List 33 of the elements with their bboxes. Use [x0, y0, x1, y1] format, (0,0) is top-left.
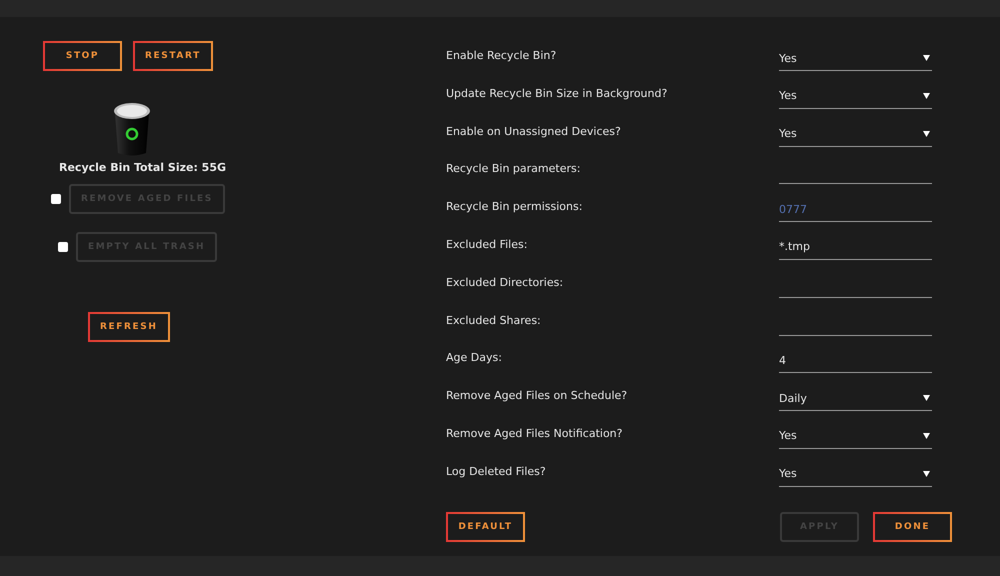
dropdown[interactable]: Yes	[779, 462, 932, 487]
input-field[interactable]: 4	[779, 348, 932, 374]
refresh-button[interactable]: REFRESH	[88, 312, 170, 342]
default-button[interactable]: DEFAULT	[446, 512, 525, 542]
caret-icon	[923, 470, 930, 477]
setting-label: Remove Aged Files on Schedule?	[446, 388, 628, 404]
bin-size-text: Recycle Bin Total Size: 55G	[59, 161, 226, 174]
dropdown[interactable]: Daily	[779, 386, 932, 412]
caret-icon	[923, 130, 930, 137]
setting-label: Recycle Bin permissions:	[446, 199, 584, 216]
setting-label: Remove Aged Files Notification?	[446, 426, 624, 442]
setting-label: Recycle Bin parameters:	[446, 161, 582, 178]
setting-label: Enable on Unassigned Devices?	[446, 124, 622, 140]
caret-icon	[923, 55, 930, 61]
dropdown[interactable]: Yes	[779, 424, 932, 449]
setting-label: Excluded Directories:	[446, 274, 564, 291]
input-field[interactable]: 0777	[779, 197, 932, 222]
action-button[interactable]: RESTART	[133, 41, 213, 71]
setting-label: Age Days:	[446, 350, 503, 366]
dropdown[interactable]: Yes	[779, 46, 932, 71]
caret-icon	[923, 432, 930, 439]
setting-label: Update Recycle Bin Size in Background?	[446, 86, 668, 102]
caret-icon	[923, 92, 930, 99]
setting-label: Log Deleted Files?	[446, 464, 547, 480]
dropdown[interactable]: Yes	[779, 122, 932, 147]
setting-label: Excluded Shares:	[446, 312, 542, 329]
footer-button[interactable]: DONE	[873, 512, 952, 542]
input-field[interactable]: *.tmp	[779, 234, 932, 260]
caret-icon	[923, 395, 930, 402]
dropdown[interactable]: Yes	[779, 84, 932, 109]
setting-label: Excluded Files:	[446, 236, 528, 253]
action-button[interactable]: STOP	[43, 41, 122, 71]
setting-label: Enable Recycle Bin?	[446, 48, 558, 64]
